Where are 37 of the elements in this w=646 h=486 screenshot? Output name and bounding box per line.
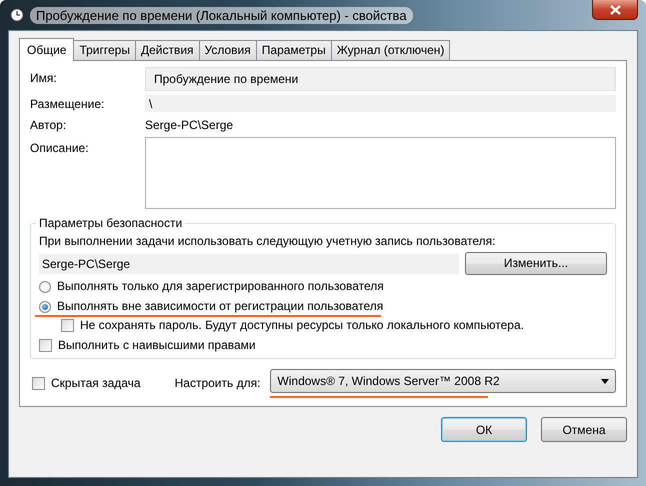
- option-label: Выполнять только для зарегистрированного пользователя: [57, 279, 384, 294]
- tab[interactable]: Общие: [19, 38, 74, 61]
- checkbox[interactable]: [39, 339, 52, 352]
- option-label: Не сохранять пароль. Будут доступны ресурсы только локального компьютера.: [80, 318, 524, 333]
- dropdown-arrow-icon: [601, 378, 609, 384]
- group-title: Параметры безопасности: [36, 216, 186, 231]
- description-field[interactable]: [145, 137, 616, 209]
- dialog-button[interactable]: ОК: [441, 417, 527, 442]
- checkbox[interactable]: [32, 377, 45, 390]
- tab[interactable]: Действия: [134, 40, 200, 60]
- window-title: Пробуждение по времени (Локальный компьютер) - свойства: [30, 6, 413, 24]
- name-field[interactable]: Пробуждение по времени: [145, 67, 616, 91]
- option-label: Скрытая задача: [51, 376, 141, 391]
- tab[interactable]: Триггеры: [73, 40, 136, 60]
- clock-icon: [10, 8, 24, 22]
- dialog-button[interactable]: Отмена: [541, 417, 627, 442]
- close-icon: [610, 4, 620, 14]
- account-prompt: При выполнении задачи использовать следующую учетную запись пользователя:: [39, 234, 496, 249]
- field-label: Имя:: [30, 70, 58, 86]
- tab[interactable]: Параметры: [256, 40, 332, 60]
- field-label: Настроить для:: [174, 376, 260, 391]
- checkbox[interactable]: [61, 319, 74, 332]
- configure-dropdown[interactable]: Windows® 7, Windows Server™ 2008 R2: [270, 369, 616, 393]
- tab[interactable]: Условия: [198, 40, 257, 60]
- tab[interactable]: Журнал (отключен): [330, 40, 450, 60]
- author-value: Serge-PC\Serge: [145, 117, 234, 134]
- account-field: Serge-PC\Serge: [39, 254, 459, 274]
- field-label: Описание:: [30, 140, 90, 156]
- radio-button[interactable]: [39, 300, 51, 312]
- location-value: \: [145, 95, 616, 112]
- option-label: Выполнять вне зависимости от регистрации пользователя: [57, 299, 384, 314]
- radio-button[interactable]: [39, 280, 51, 292]
- field-label: Автор:: [30, 117, 68, 133]
- option-label: Выполнить с наивысшими правами: [58, 338, 256, 353]
- field-label: Размещение:: [30, 96, 106, 112]
- change-button[interactable]: Изменить...: [465, 252, 607, 275]
- close-button[interactable]: [592, 0, 638, 20]
